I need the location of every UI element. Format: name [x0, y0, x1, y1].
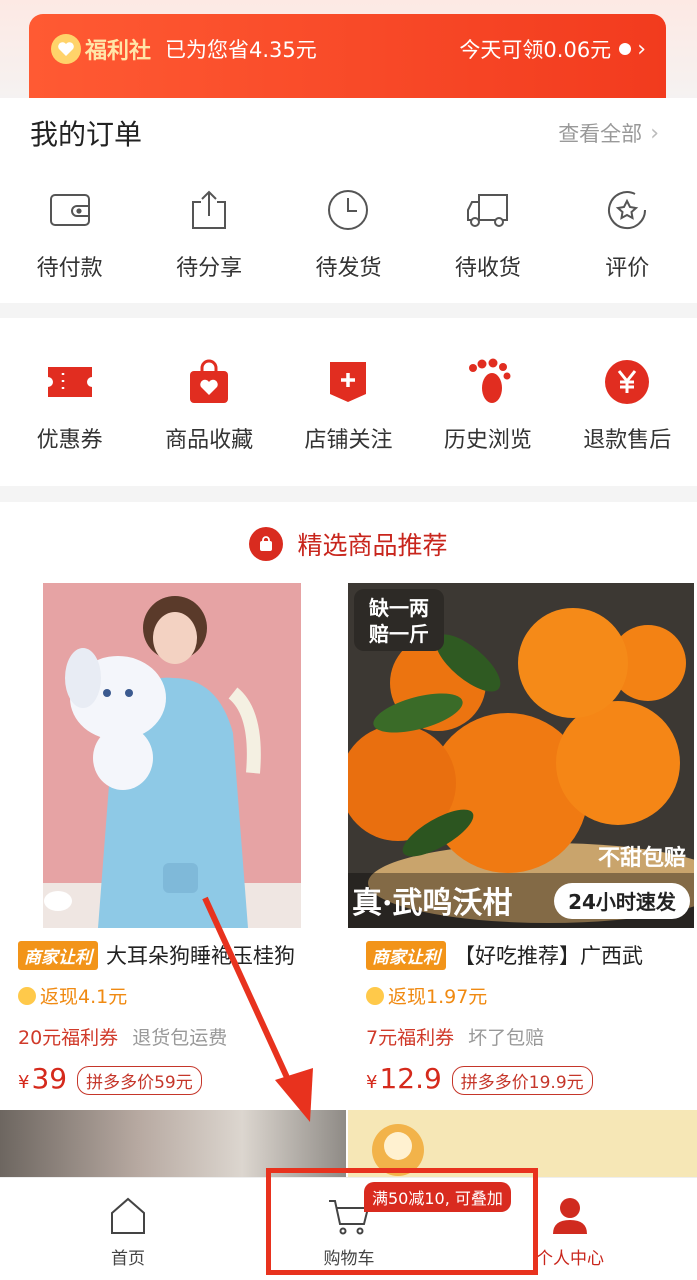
chevron-right-icon: › — [637, 36, 646, 62]
product-image[interactable] — [43, 583, 301, 928]
service-shop-follow[interactable]: 店铺关注 — [279, 358, 418, 454]
product-price: 39 — [31, 1062, 68, 1095]
tab-home[interactable]: 首页 — [12, 1178, 244, 1280]
service-label: 优惠券 — [36, 428, 103, 453]
review-star-icon — [603, 186, 651, 234]
shopping-bag-icon — [249, 527, 284, 561]
welfare-saved-text: 已为您省4.35元 — [165, 38, 317, 62]
cashback-text: 返现1.97元 — [388, 986, 488, 1008]
compare-price-badge: 拼多多价59元 — [77, 1066, 202, 1095]
order-status-pending-ship[interactable]: 待发货 — [279, 186, 418, 282]
merchant-discount-tag: 商家让利 — [18, 940, 98, 970]
currency-symbol: ¥ — [18, 1072, 30, 1093]
order-status-label: 待付款 — [36, 256, 103, 281]
welfare-brand: 福利社 — [85, 39, 152, 64]
services-row: 优惠券 商品收藏 店铺关注 历史浏览 退款售后 — [0, 358, 697, 454]
image-badge-text: 不甜包赔 — [598, 845, 686, 871]
coin-icon — [18, 986, 36, 1005]
coupon-text: 20元福利券 — [18, 1027, 119, 1049]
tab-label: 个人中心 — [536, 1249, 604, 1269]
image-badge-text: 真·武鸣沃柑 — [352, 886, 512, 921]
image-badge-text: 24小时速发 — [568, 890, 677, 914]
services-card: 优惠券 商品收藏 店铺关注 历史浏览 退款售后 — [0, 318, 697, 486]
service-refund[interactable]: 退款售后 — [558, 358, 697, 454]
home-icon — [109, 1196, 147, 1240]
recommend-header: 精选商品推荐 — [0, 526, 697, 562]
welfare-banner[interactable]: 福利社 已为您省4.35元 今天可领0.06元 › — [29, 14, 666, 98]
service-label: 商品收藏 — [165, 428, 254, 453]
highlight-box — [266, 1168, 538, 1275]
product-title: 【好吃推荐】广西武 — [454, 944, 643, 968]
order-status-review[interactable]: 评价 — [558, 186, 697, 282]
order-status-pending-share[interactable]: 待分享 — [140, 186, 279, 282]
dot-icon — [619, 43, 632, 55]
chevron-right-icon: › — [650, 120, 659, 146]
service-promise: 坏了包赔 — [468, 1027, 545, 1049]
product-title-row: 商家让利 【好吃推荐】广西武 — [366, 940, 686, 970]
clock-icon — [324, 186, 372, 234]
annotation-arrow-icon — [202, 896, 313, 1122]
image-badge-text: 缺一两 — [369, 596, 429, 620]
coupon-icon — [46, 358, 94, 406]
welfare-claim[interactable]: 今天可领0.06元 › — [459, 34, 646, 64]
order-status-row: 待付款 待分享 待发货 待收货 评价 — [0, 186, 697, 282]
product-image[interactable]: 缺一两 赔一斤 不甜包赔 真·武鸣沃柑 24小时速发 — [348, 583, 694, 928]
cashback-row: 返现1.97元 — [366, 982, 686, 1009]
share-icon — [185, 186, 233, 234]
favorite-bag-icon — [185, 358, 233, 406]
view-all-orders-link[interactable]: 查看全部 › — [558, 118, 659, 148]
recommend-title: 精选商品推荐 — [297, 531, 448, 560]
merchant-discount-tag: 商家让利 — [366, 940, 446, 970]
service-favorites[interactable]: 商品收藏 — [140, 358, 279, 454]
order-status-label: 待发货 — [315, 256, 382, 281]
price-row: ¥ 12.9 拼多多价19.9元 — [366, 1062, 686, 1095]
wallet-icon — [46, 186, 94, 234]
coupon-text: 7元福利券 — [366, 1027, 455, 1049]
orders-header: 我的订单 查看全部 › — [0, 98, 697, 168]
heart-coin-icon — [51, 34, 81, 64]
welfare-today-text: 今天可领0.06元 — [459, 38, 612, 62]
currency-symbol: ¥ — [366, 1072, 378, 1093]
image-badge-text: 赔一斤 — [369, 622, 429, 646]
order-status-label: 待分享 — [176, 256, 243, 281]
service-label: 历史浏览 — [443, 428, 532, 453]
service-label: 店铺关注 — [304, 428, 393, 453]
refund-yen-icon — [603, 358, 651, 406]
view-all-label: 查看全部 — [558, 122, 643, 146]
order-status-label: 评价 — [605, 256, 650, 281]
service-coupons[interactable]: 优惠券 — [0, 358, 139, 454]
order-status-pending-receive[interactable]: 待收货 — [418, 186, 557, 282]
orders-card: 我的订单 查看全部 › 待付款 待分享 待发货 待收货 评价 — [0, 98, 697, 303]
order-status-pending-payment[interactable]: 待付款 — [0, 186, 139, 282]
coupon-row: 7元福利券 坏了包赔 — [366, 1023, 686, 1050]
recommend-feed: 精选商品推荐 商家让利 大耳朵狗睡袍玉桂狗 返现4.1元 20元福利券 退货包运… — [0, 502, 697, 1182]
orders-title: 我的订单 — [30, 118, 143, 151]
tab-label: 首页 — [111, 1249, 145, 1269]
product-info: 商家让利 【好吃推荐】广西武 返现1.97元 7元福利券 坏了包赔 ¥ 12.9… — [366, 940, 686, 1095]
coin-icon — [366, 986, 384, 1005]
product-price: 12.9 — [379, 1062, 442, 1095]
profile-icon — [550, 1196, 590, 1240]
service-history[interactable]: 历史浏览 — [418, 358, 557, 454]
compare-price-badge: 拼多多价19.9元 — [451, 1066, 593, 1095]
cashback-text: 返现4.1元 — [40, 986, 128, 1008]
service-label: 退款售后 — [583, 428, 672, 453]
shop-follow-icon — [324, 358, 372, 406]
product-card[interactable]: 缺一两 赔一斤 不甜包赔 真·武鸣沃柑 24小时速发 商家让利 【好吃推荐】广西… — [348, 583, 694, 1108]
truck-icon — [464, 186, 512, 234]
order-status-label: 待收货 — [454, 256, 521, 281]
footprint-icon — [464, 358, 512, 406]
